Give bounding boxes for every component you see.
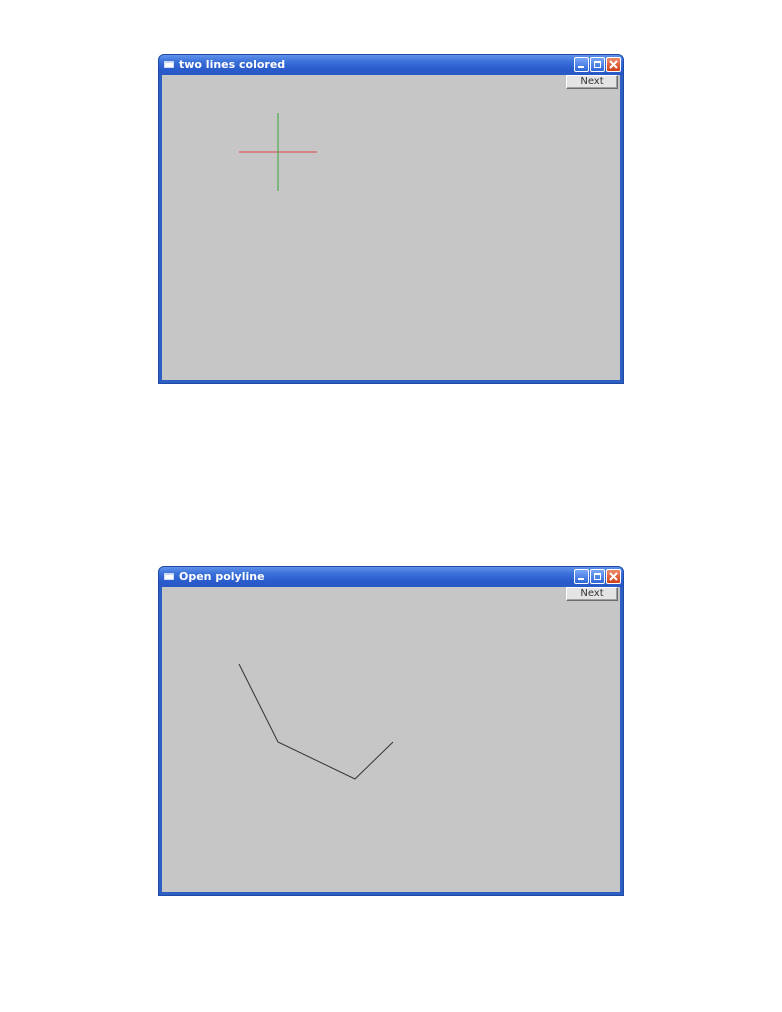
close-icon	[609, 60, 618, 69]
window-title: two lines colored	[179, 58, 286, 71]
minimize-button[interactable]	[574, 57, 589, 72]
window-two-lines-colored: two lines colored Next	[158, 54, 624, 384]
drawing-area: Next	[162, 587, 620, 892]
window-open-polyline: Open polyline Next	[158, 566, 624, 896]
next-button[interactable]: Next	[566, 75, 618, 89]
title-bar[interactable]: two lines colored	[159, 55, 623, 75]
close-button[interactable]	[606, 569, 621, 584]
minimize-button[interactable]	[574, 569, 589, 584]
open-polyline	[238, 663, 394, 780]
minimize-icon	[578, 578, 584, 580]
window-icon[interactable]	[164, 573, 174, 580]
maximize-button[interactable]	[590, 569, 605, 584]
maximize-icon	[594, 573, 601, 580]
drawing-canvas	[238, 663, 394, 780]
window-title: Open polyline	[179, 570, 265, 583]
drawing-area: Next	[162, 75, 620, 380]
close-button[interactable]	[606, 57, 621, 72]
minimize-icon	[578, 66, 584, 68]
title-bar[interactable]: Open polyline	[159, 567, 623, 587]
window-icon[interactable]	[164, 61, 174, 68]
close-icon	[609, 572, 618, 581]
maximize-icon	[594, 61, 601, 68]
maximize-button[interactable]	[590, 57, 605, 72]
drawing-canvas	[239, 113, 317, 191]
next-button[interactable]: Next	[566, 587, 618, 601]
